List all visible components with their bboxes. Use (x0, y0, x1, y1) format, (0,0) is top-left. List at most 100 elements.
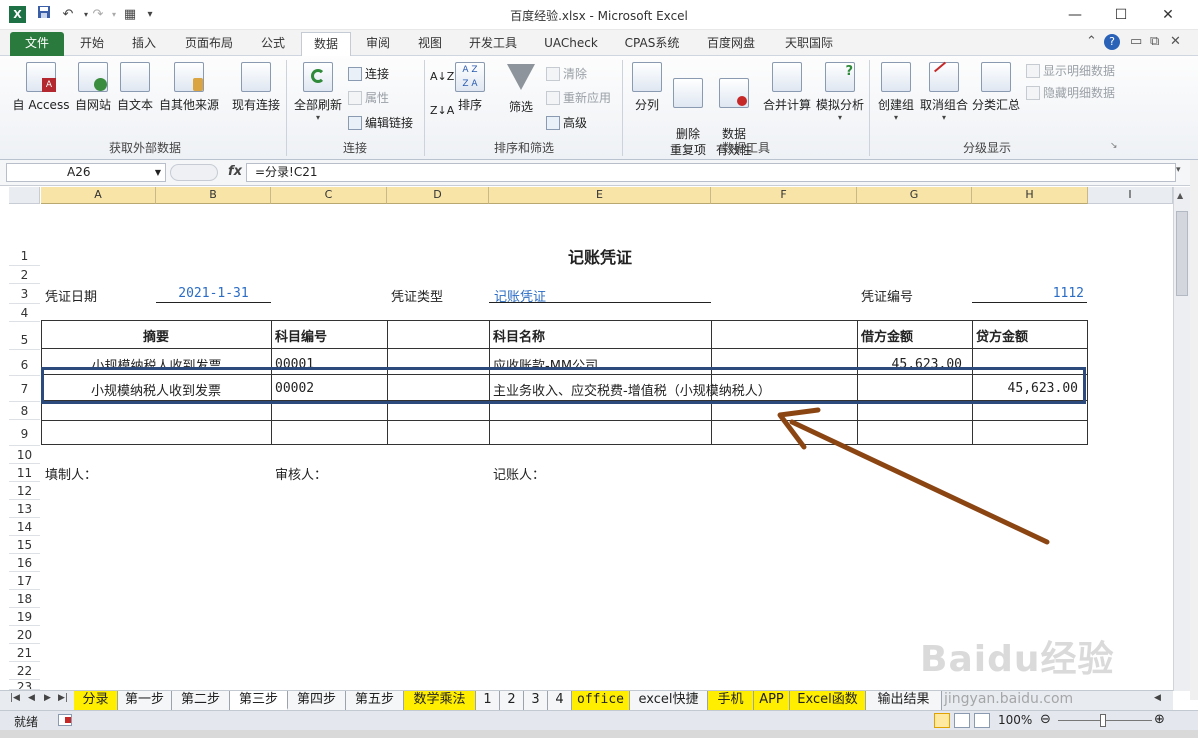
horizontal-scroll-left-icon[interactable]: ◀ (1154, 693, 1161, 703)
row-header[interactable]: 5 (9, 322, 40, 350)
last-sheet-icon[interactable]: ▶| (58, 693, 68, 703)
what-if-analysis-button[interactable]: ? 模拟分析 ▾ (814, 62, 866, 122)
tab-data[interactable]: 数据 (301, 32, 351, 56)
clear-button[interactable]: 清除 (546, 65, 587, 82)
row-header[interactable]: 16 (9, 554, 40, 572)
refresh-all-button[interactable]: 全部刷新 ▾ (290, 62, 346, 122)
row-header[interactable]: 1 (9, 238, 40, 266)
sheet-tab[interactable]: 数学乘法 (404, 691, 476, 710)
row-header[interactable]: 9 (9, 420, 40, 446)
next-sheet-icon[interactable]: ▶ (44, 693, 51, 703)
first-sheet-icon[interactable]: |◀ (10, 693, 20, 703)
tab-page-layout[interactable]: 页面布局 (176, 32, 242, 56)
vertical-scrollbar[interactable]: ▲ (1173, 187, 1190, 691)
tab-uacheck[interactable]: UACheck (536, 32, 606, 56)
sort-button[interactable]: A ZZ A 排序 (452, 62, 488, 113)
from-text-button[interactable]: 自文本 (114, 62, 156, 113)
dialog-launcher-icon[interactable]: ↘ (1110, 141, 1118, 151)
row-header[interactable]: 12 (9, 482, 40, 500)
zoom-out-icon[interactable]: ⊖ (1040, 712, 1051, 727)
column-header-h[interactable]: H (972, 187, 1088, 204)
row-header[interactable]: 4 (9, 304, 40, 322)
row-header[interactable]: 13 (9, 500, 40, 518)
macro-record-icon[interactable] (58, 714, 72, 726)
scroll-up-icon[interactable]: ▲ (1177, 191, 1183, 200)
row-header[interactable]: 7 (9, 376, 40, 402)
prev-sheet-icon[interactable]: ◀ (28, 693, 35, 703)
ungroup-button[interactable]: 取消组合 ▾ (918, 61, 970, 122)
advanced-button[interactable]: 高级 (546, 114, 587, 131)
show-detail-button[interactable]: 显示明细数据 (1026, 62, 1115, 79)
sheet-tab[interactable]: 手机 (708, 691, 754, 710)
tab-file[interactable]: 文件 (10, 32, 64, 56)
maximize-button[interactable]: ☐ (1106, 4, 1136, 26)
formula-divider-handle[interactable] (170, 164, 218, 181)
row-header[interactable]: 8 (9, 402, 40, 420)
column-header-a[interactable]: A (41, 187, 156, 204)
row-header[interactable]: 15 (9, 536, 40, 554)
row-header[interactable]: 3 (9, 284, 40, 304)
tab-review[interactable]: 审阅 (356, 32, 400, 56)
tab-view[interactable]: 视图 (408, 32, 452, 56)
filter-button[interactable]: 筛选 (502, 62, 540, 115)
window-close-icon[interactable]: ✕ (1170, 34, 1181, 49)
connections-button[interactable]: 连接 (348, 65, 389, 82)
sheet-tab[interactable]: 2 (500, 691, 524, 710)
window-restore-icon[interactable]: ⧉ (1150, 34, 1159, 49)
edit-links-button[interactable]: 编辑链接 (348, 114, 413, 131)
vertical-scroll-thumb[interactable] (1176, 211, 1188, 296)
from-web-button[interactable]: 自网站 (72, 62, 114, 113)
text-to-columns-button[interactable]: 分列 (628, 62, 666, 113)
sheet-tab[interactable]: 第二步 (172, 691, 230, 710)
window-minimize-icon[interactable]: ▭ (1130, 34, 1142, 49)
row-header[interactable]: 22 (9, 662, 40, 680)
sheet-tab[interactable]: Excel函数 (790, 691, 866, 710)
from-access-button[interactable]: A 自 Access (12, 62, 70, 113)
sheet-tab[interactable]: APP (754, 691, 790, 710)
tab-baidu-netdisk[interactable]: 百度网盘 (696, 32, 766, 56)
tab-tianzhi[interactable]: 天职国际 (774, 32, 844, 56)
formula-input[interactable]: =分录!C21 (246, 163, 1176, 182)
subtotal-button[interactable]: 分类汇总 (970, 62, 1022, 113)
sheet-tab[interactable]: 3 (524, 691, 548, 710)
row-header[interactable]: 19 (9, 608, 40, 626)
row-header[interactable]: 10 (9, 446, 40, 464)
column-header-f[interactable]: F (711, 187, 857, 204)
row-header[interactable]: 18 (9, 590, 40, 608)
sort-ascending-icon[interactable]: A↓Z (430, 70, 454, 83)
sheet-tab[interactable]: 4 (548, 691, 572, 710)
sheet-tab[interactable]: office (572, 691, 630, 710)
insert-function-icon[interactable]: fx (228, 164, 242, 179)
zoom-level[interactable]: 100% (998, 713, 1032, 727)
sheet-tab-active[interactable]: 第三步 (230, 691, 288, 710)
sheet-tab[interactable]: 分录 (74, 691, 118, 710)
sheet-tab[interactable]: 第五步 (346, 691, 404, 710)
column-header-e[interactable]: E (489, 187, 711, 204)
sheet-tab[interactable]: 1 (476, 691, 500, 710)
tab-home[interactable]: 开始 (70, 32, 114, 56)
close-button[interactable]: ✕ (1153, 4, 1183, 26)
sort-descending-icon[interactable]: Z↓A (430, 104, 454, 117)
column-header-c[interactable]: C (271, 187, 387, 204)
sheet-tab[interactable]: excel快捷 (630, 691, 708, 710)
column-header-d[interactable]: D (387, 187, 489, 204)
row-header[interactable]: 23 (9, 680, 40, 690)
sheet-tab[interactable]: 第一步 (118, 691, 172, 710)
name-box[interactable]: A26 ▼ (6, 163, 166, 182)
consolidate-button[interactable]: 合并计算 (760, 62, 814, 113)
row-header[interactable]: 21 (9, 644, 40, 662)
row-header[interactable]: 20 (9, 626, 40, 644)
page-break-view-icon[interactable] (974, 713, 990, 728)
select-all-corner[interactable] (9, 187, 40, 204)
collapse-ribbon-icon[interactable]: ⌃ (1086, 34, 1097, 49)
tab-cpas[interactable]: CPAS系统 (616, 32, 688, 56)
properties-button[interactable]: 属性 (348, 89, 389, 106)
tab-insert[interactable]: 插入 (122, 32, 166, 56)
expand-formula-bar-icon[interactable]: ▾ (1176, 165, 1181, 175)
row-header[interactable]: 11 (9, 464, 40, 482)
page-layout-view-icon[interactable] (954, 713, 970, 728)
tab-formulas[interactable]: 公式 (250, 32, 296, 56)
normal-view-icon[interactable] (934, 713, 950, 728)
column-header-g[interactable]: G (857, 187, 972, 204)
remove-duplicates-button[interactable]: 删除 重复项 (668, 62, 708, 174)
